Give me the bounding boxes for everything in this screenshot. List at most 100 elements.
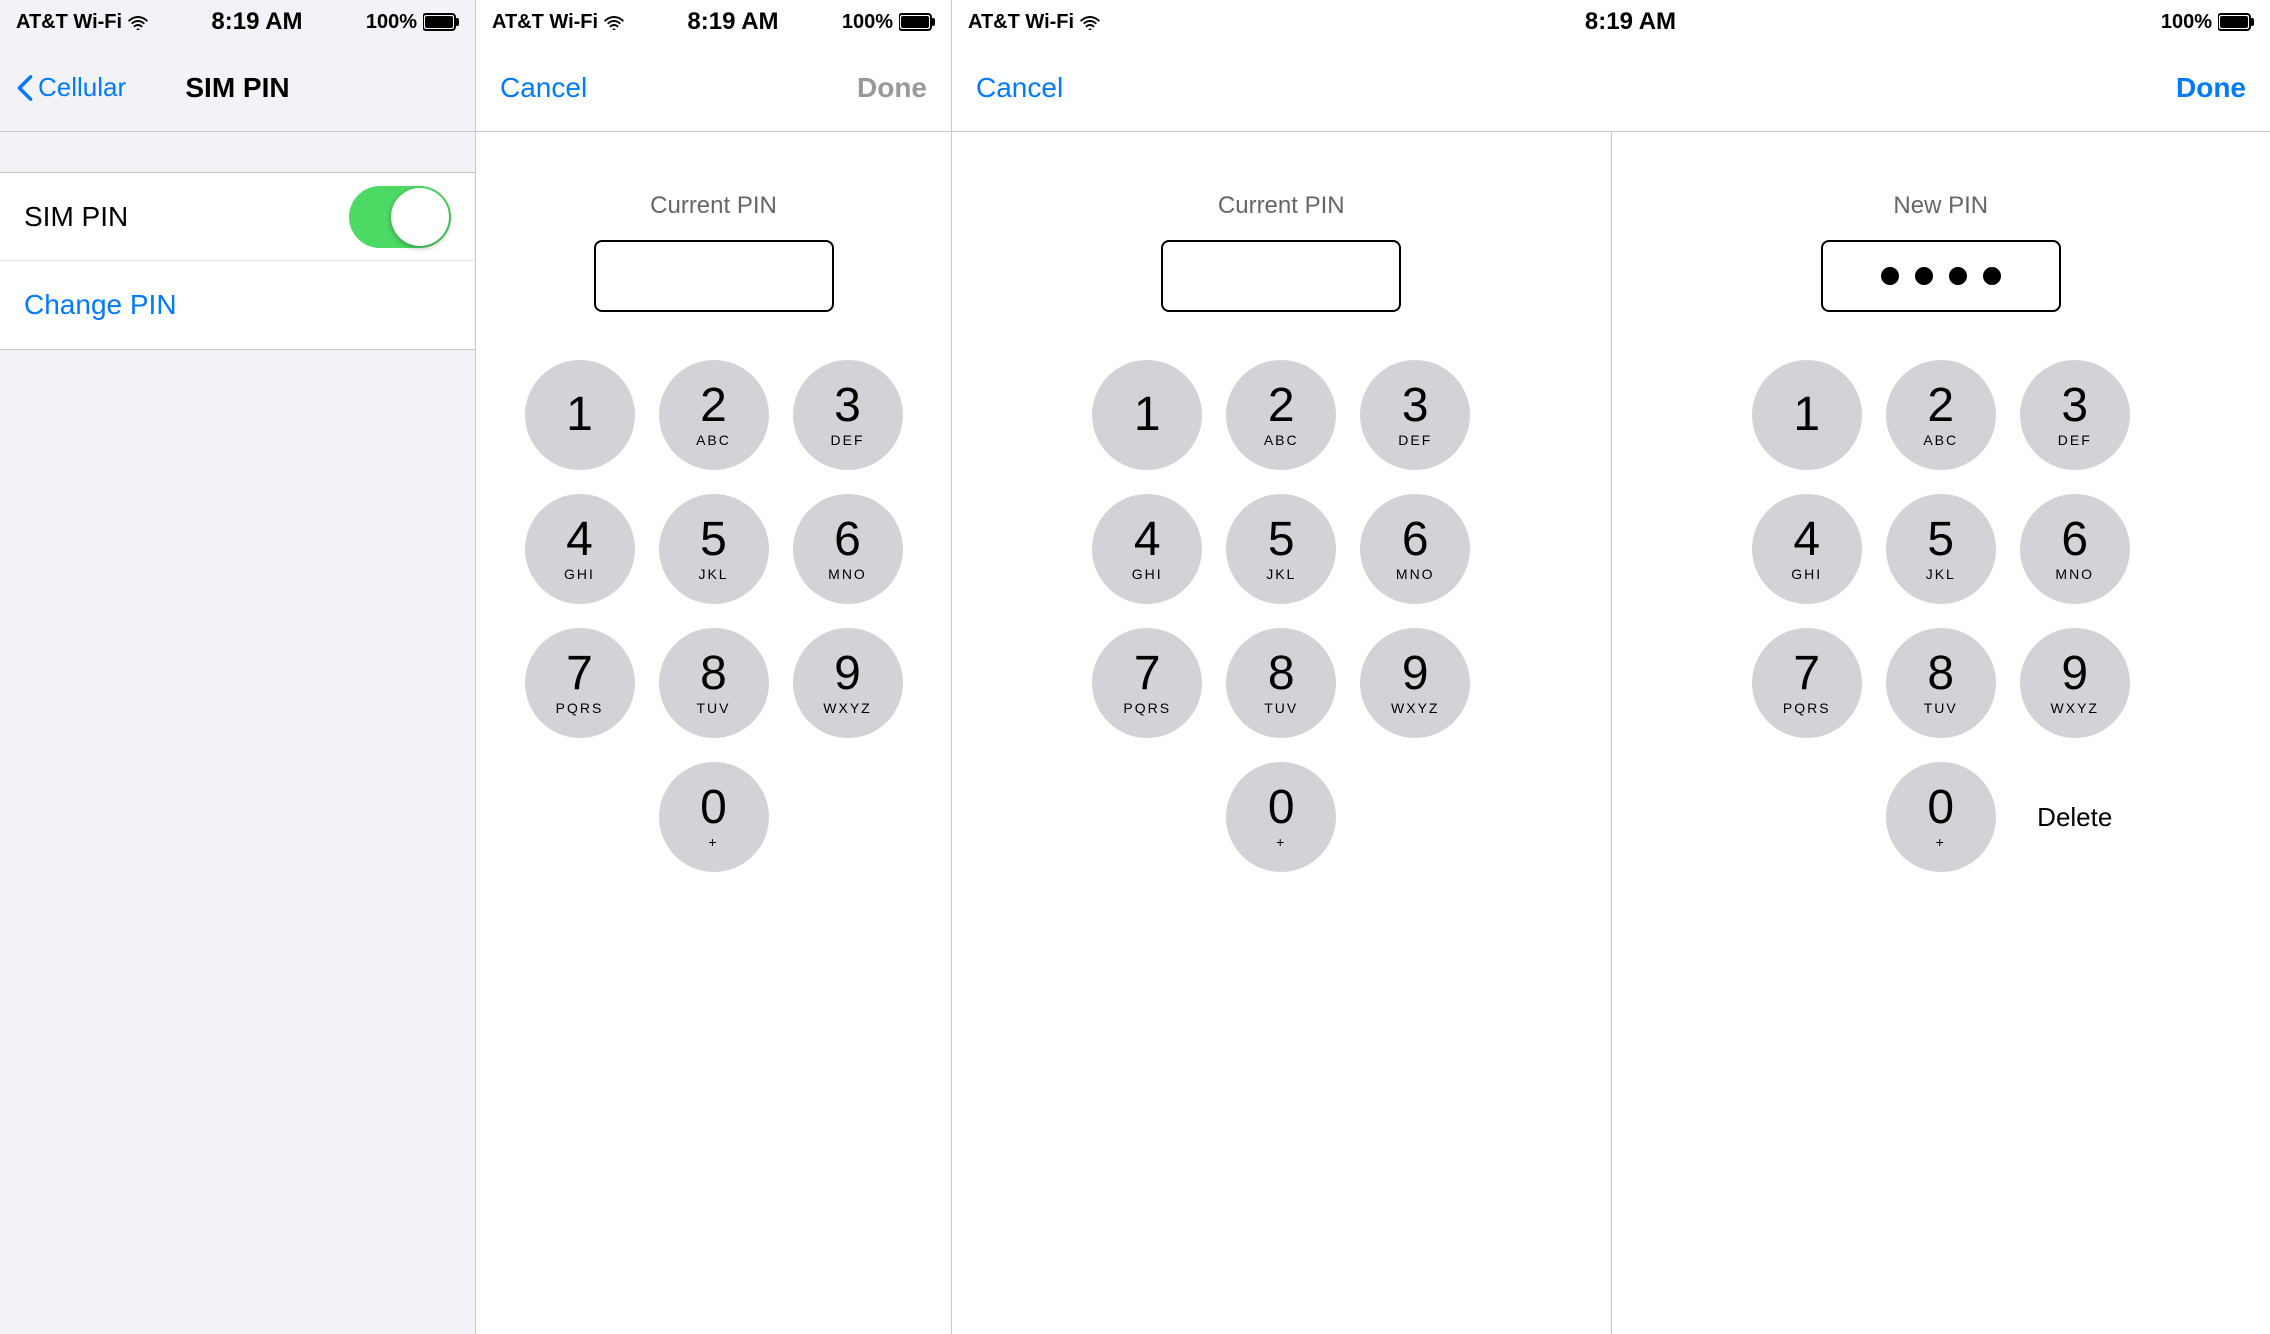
- wifi-icon-2: [604, 14, 624, 30]
- key-3-left[interactable]: 3 DEF: [1360, 360, 1470, 470]
- keypad-2: 1 2 ABC 3 DEF 4 GHI 5 JKL 6 MNO: [485, 312, 943, 872]
- key-3-panel2[interactable]: 3 DEF: [793, 360, 903, 470]
- key-6-panel2[interactable]: 6 MNO: [793, 494, 903, 604]
- key-5-panel2[interactable]: 5 JKL: [659, 494, 769, 604]
- toggle-knob: [391, 188, 449, 246]
- current-pin-section: Current PIN: [594, 132, 834, 312]
- key-empty-left: [1092, 762, 1202, 872]
- sim-pin-label: SIM PIN: [24, 201, 128, 233]
- carrier-2: AT&T Wi-Fi: [492, 11, 598, 34]
- cancel-button-2[interactable]: Cancel: [500, 72, 587, 104]
- key-5-right[interactable]: 5 JKL: [1886, 494, 1996, 604]
- key-8-right[interactable]: 8 TUV: [1886, 628, 1996, 738]
- key-9-left[interactable]: 9 WXYZ: [1360, 628, 1470, 738]
- pin-dot-2: [1915, 267, 1933, 285]
- current-pin-input-3[interactable]: [1161, 240, 1401, 312]
- key-empty-right: [1752, 762, 1862, 872]
- carrier-1: AT&T Wi-Fi: [16, 11, 122, 34]
- key-7-right[interactable]: 7 PQRS: [1752, 628, 1862, 738]
- back-button[interactable]: Cellular: [16, 72, 126, 103]
- key-empty-panel2: [525, 762, 635, 872]
- nav-bar-3: Cancel Done: [952, 44, 2270, 132]
- key-8-left[interactable]: 8 TUV: [1226, 628, 1336, 738]
- dual-pin-pane: Current PIN 1 2 ABC 3 DEF: [952, 132, 2270, 1334]
- back-label: Cellular: [38, 72, 126, 103]
- done-button-3[interactable]: Done: [2176, 72, 2246, 104]
- pin-dot-1: [1881, 267, 1899, 285]
- wifi-icon-1: [128, 14, 148, 30]
- nav-title-1: SIM PIN: [185, 72, 289, 104]
- status-left-1: AT&T Wi-Fi: [16, 11, 148, 34]
- current-pin-panel: AT&T Wi-Fi 8:19 AM 100% Cancel Done Curr…: [476, 0, 952, 1334]
- sim-pin-group: SIM PIN Change PIN: [0, 172, 475, 350]
- pin-dot-3: [1949, 267, 1967, 285]
- key-1-right[interactable]: 1: [1752, 360, 1862, 470]
- key-9-right[interactable]: 9 WXYZ: [2020, 628, 2130, 738]
- key-4-left[interactable]: 4 GHI: [1092, 494, 1202, 604]
- nav-bar-2: Cancel Done: [476, 44, 951, 132]
- key-2-left[interactable]: 2 ABC: [1226, 360, 1336, 470]
- battery-icon-1: [423, 12, 459, 32]
- new-pin-pane: New PIN 1 2 ABC: [1612, 132, 2270, 1334]
- key-1-panel2[interactable]: 1: [525, 360, 635, 470]
- carrier-3: AT&T Wi-Fi: [968, 11, 1074, 34]
- cancel-button-3[interactable]: Cancel: [976, 72, 1063, 104]
- keypad-3-left: 1 2 ABC 3 DEF 4 GHI 5 JKL: [1052, 312, 1510, 872]
- key-7-panel2[interactable]: 7 PQRS: [525, 628, 635, 738]
- key-5-left[interactable]: 5 JKL: [1226, 494, 1336, 604]
- delete-button[interactable]: Delete: [2020, 762, 2130, 872]
- time-1: 8:19 AM: [211, 8, 302, 36]
- current-pin-input[interactable]: [594, 240, 834, 312]
- nav-bar-1: Cellular SIM PIN: [0, 44, 475, 132]
- key-0-right[interactable]: 0 +: [1886, 762, 1996, 872]
- change-pin-row[interactable]: Change PIN: [0, 261, 475, 349]
- status-bar-3: AT&T Wi-Fi 8:19 AM 100%: [952, 0, 2270, 44]
- pin-dot-4: [1983, 267, 2001, 285]
- keypad-3-right: 1 2 ABC 3 DEF 4 GHI 5 JKL: [1712, 312, 2170, 872]
- sim-pin-settings-panel: AT&T Wi-Fi 8:19 AM 100% Cellular: [0, 0, 476, 1334]
- key-7-left[interactable]: 7 PQRS: [1092, 628, 1202, 738]
- time-3: 8:19 AM: [1585, 8, 1676, 36]
- sim-pin-row: SIM PIN: [0, 173, 475, 261]
- battery-pct-2: 100%: [842, 11, 893, 34]
- new-pin-input-3[interactable]: [1821, 240, 2061, 312]
- status-bar-2: AT&T Wi-Fi 8:19 AM 100%: [476, 0, 951, 44]
- new-pin-panel: AT&T Wi-Fi 8:19 AM 100% Cancel Done: [952, 0, 2270, 1334]
- status-left-3: AT&T Wi-Fi: [968, 11, 1100, 34]
- key-1-left[interactable]: 1: [1092, 360, 1202, 470]
- key-empty2-panel2: [793, 762, 903, 872]
- key-6-right[interactable]: 6 MNO: [2020, 494, 2130, 604]
- key-2-panel2[interactable]: 2 ABC: [659, 360, 769, 470]
- key-9-panel2[interactable]: 9 WXYZ: [793, 628, 903, 738]
- current-pin-label: Current PIN: [650, 192, 777, 220]
- delete-label: Delete: [2037, 802, 2112, 833]
- status-bar-1: AT&T Wi-Fi 8:19 AM 100%: [0, 0, 475, 44]
- current-pin-label-3: Current PIN: [1218, 192, 1345, 220]
- done-button-2[interactable]: Done: [857, 72, 927, 104]
- status-right-3: 100%: [2161, 11, 2254, 34]
- key-0-left[interactable]: 0 +: [1226, 762, 1336, 872]
- new-pin-label-3: New PIN: [1893, 192, 1988, 220]
- current-pin-pane: Current PIN 1 2 ABC 3 DEF: [952, 132, 1611, 1334]
- battery-icon-3: [2218, 12, 2254, 32]
- current-pin-section-3: Current PIN: [1161, 132, 1401, 312]
- battery-pct-3: 100%: [2161, 11, 2212, 34]
- pin-dots: [1881, 267, 2001, 285]
- status-left-2: AT&T Wi-Fi: [492, 11, 624, 34]
- status-right-2: 100%: [842, 11, 935, 34]
- key-empty2-left: [1360, 762, 1470, 872]
- key-3-right[interactable]: 3 DEF: [2020, 360, 2130, 470]
- key-4-right[interactable]: 4 GHI: [1752, 494, 1862, 604]
- new-pin-section-3: New PIN: [1821, 132, 2061, 312]
- battery-pct-1: 100%: [366, 11, 417, 34]
- panel-2-body: Current PIN 1 2 ABC 3 DEF 4 GHI 5: [476, 132, 951, 1334]
- change-pin-label: Change PIN: [24, 289, 177, 321]
- key-2-right[interactable]: 2 ABC: [1886, 360, 1996, 470]
- sim-pin-toggle[interactable]: [349, 186, 451, 248]
- key-6-left[interactable]: 6 MNO: [1360, 494, 1470, 604]
- key-0-panel2[interactable]: 0 +: [659, 762, 769, 872]
- key-4-panel2[interactable]: 4 GHI: [525, 494, 635, 604]
- status-right-1: 100%: [366, 11, 459, 34]
- key-8-panel2[interactable]: 8 TUV: [659, 628, 769, 738]
- wifi-icon-3: [1080, 14, 1100, 30]
